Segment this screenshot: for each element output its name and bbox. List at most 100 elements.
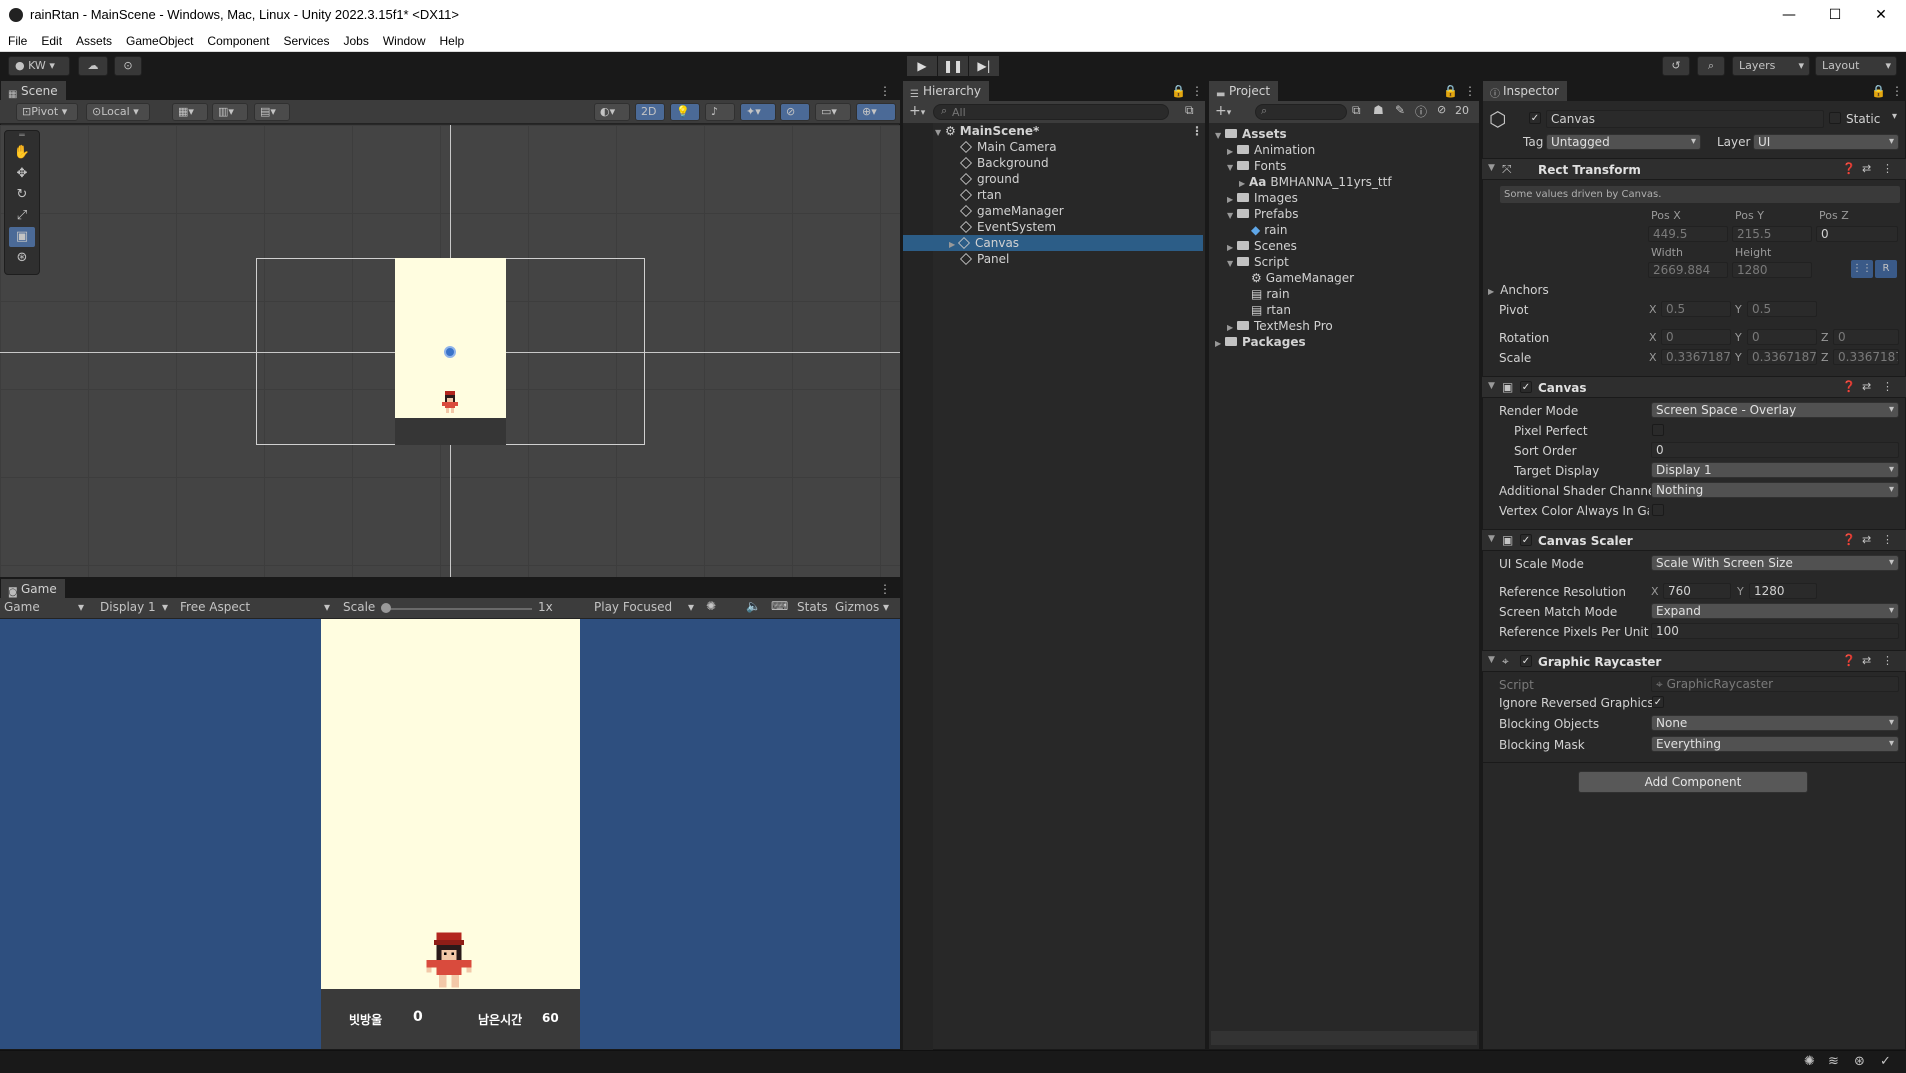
ref-x-field[interactable]: 760 <box>1663 583 1731 599</box>
scale-slider-thumb[interactable] <box>381 603 391 613</box>
collapse-arrow-icon[interactable]: ▼ <box>1488 381 1495 391</box>
component-menu-icon[interactable]: ⋮ <box>1882 654 1893 667</box>
game-view-dropdown[interactable]: Game ▾ <box>4 600 90 614</box>
label-icon[interactable]: ✎ <box>1395 103 1405 117</box>
render-mode-dropdown[interactable]: Screen Space - Overlay <box>1651 402 1899 418</box>
tree-font-file[interactable]: ▶ Aa BMHANNA_11yrs_ttf <box>1239 174 1392 190</box>
hierarchy-item-rtan[interactable]: rtan <box>903 187 1203 203</box>
layer-dropdown[interactable]: UI <box>1753 134 1899 150</box>
gizmos-toggle[interactable]: ⊕▾ <box>856 103 896 121</box>
canvas-scaler-enabled-checkbox[interactable]: ✓ <box>1520 534 1532 546</box>
lighting-toggle[interactable]: 💡 <box>670 103 700 121</box>
tree-rtan-script[interactable]: ▤ rtan <box>1251 302 1291 318</box>
account-dropdown[interactable]: ● KW ▾ <box>8 56 70 76</box>
hand-tool-icon[interactable]: ✋ <box>9 143 35 163</box>
project-menu-icon[interactable]: ⋮ <box>1464 84 1476 98</box>
hidden-packages-icon[interactable]: ⊘ <box>1437 103 1446 116</box>
collapse-arrow-icon[interactable]: ▼ <box>1215 128 1225 144</box>
tree-images[interactable]: ▶ Images <box>1227 190 1298 206</box>
menu-window[interactable]: Window <box>376 30 433 52</box>
filter-icon[interactable]: ☗ <box>1373 103 1384 117</box>
ignore-reversed-checkbox[interactable]: ✓ <box>1652 696 1664 708</box>
aspect-dropdown[interactable]: Free Aspect ▾ <box>180 600 335 614</box>
add-object-button[interactable]: +▾ <box>909 103 925 119</box>
cloud-button[interactable]: ☁ <box>78 56 108 76</box>
hierarchy-item-gamemanager[interactable]: gameManager <box>903 203 1203 219</box>
scene-menu-icon[interactable]: ⋮ <box>1191 123 1203 139</box>
collapse-arrow-icon[interactable]: ▼ <box>1227 256 1237 272</box>
tree-textmesh[interactable]: ▶ TextMesh Pro <box>1227 318 1333 334</box>
rtan-character-sprite[interactable] <box>440 391 460 413</box>
hidden-objects-toggle[interactable]: ⊘ <box>780 103 810 121</box>
search-by-type-icon[interactable]: ⧉ <box>1352 103 1361 118</box>
help-icon[interactable]: ❓ <box>1842 654 1856 667</box>
graphic-raycaster-header[interactable]: ▼ ⌖ ✓ Graphic Raycaster ❓ ⇄ ⋮ <box>1482 650 1906 672</box>
scale-slider-track[interactable] <box>384 608 532 610</box>
menu-assets[interactable]: Assets <box>69 30 119 52</box>
play-mode-dropdown[interactable]: Play Focused ▾ <box>594 600 698 614</box>
help-icon[interactable]: ❓ <box>1842 380 1856 393</box>
expand-arrow-icon[interactable]: ▶ <box>1215 336 1225 352</box>
chevron-down-icon[interactable]: ▾ <box>1892 111 1897 122</box>
rect-transform-header[interactable]: ▼ ⤧ Rect Transform ❓ ⇄ ⋮ <box>1482 158 1906 180</box>
progress-icon[interactable]: ⊛ <box>1854 1054 1865 1069</box>
collab-button[interactable]: ⊙ <box>114 56 142 76</box>
search-button[interactable]: ⌕ <box>1697 56 1725 76</box>
menu-jobs[interactable]: Jobs <box>336 30 375 52</box>
target-display-dropdown[interactable]: Display 1 <box>1651 462 1899 478</box>
project-scrollbar[interactable] <box>1211 1031 1477 1045</box>
tab-project[interactable]: ▬ Project <box>1209 81 1279 101</box>
transform-tool-icon[interactable]: ⊛ <box>9 248 35 268</box>
pause-button[interactable]: ❚❚ <box>938 56 968 76</box>
tab-game[interactable]: ◙ Game <box>1 579 65 599</box>
tree-gamemanager-script[interactable]: ⚙ GameManager <box>1251 270 1354 286</box>
close-button[interactable]: ✕ <box>1858 0 1904 30</box>
toggle-2d-button[interactable]: 2D <box>635 103 665 121</box>
collapse-arrow-icon[interactable]: ▼ <box>1488 534 1495 544</box>
mute-audio-icon[interactable]: 🔈 <box>746 599 761 613</box>
effects-toggle[interactable]: ✦▾ <box>740 103 776 121</box>
vertex-color-checkbox[interactable] <box>1652 504 1664 516</box>
bug-icon[interactable]: ✺ <box>706 599 716 613</box>
pos-z-field[interactable]: 0 <box>1816 226 1898 242</box>
check-icon[interactable]: ✓ <box>1880 1054 1891 1069</box>
tab-hierarchy[interactable]: ☰ Hierarchy <box>903 81 990 101</box>
rect-tool-icon[interactable]: ▣ <box>9 227 35 247</box>
static-checkbox[interactable] <box>1829 112 1841 124</box>
hierarchy-item-main-camera[interactable]: Main Camera <box>903 139 1203 155</box>
presets-icon[interactable]: ⇄ <box>1862 654 1871 667</box>
blocking-mask-dropdown[interactable]: Everything <box>1651 736 1899 752</box>
maximize-button[interactable]: ☐ <box>1812 0 1858 30</box>
active-checkbox[interactable]: ✓ <box>1529 112 1541 124</box>
keyboard-icon[interactable]: ⌨ <box>771 599 788 613</box>
lock-icon[interactable]: 🔒 <box>1171 84 1186 98</box>
tree-script[interactable]: ▼ Script <box>1227 254 1289 270</box>
hierarchy-item-canvas[interactable]: ▶ Canvas <box>903 235 1203 251</box>
shader-channel-dropdown[interactable]: Nothing <box>1651 482 1899 498</box>
increment-snap-button[interactable]: ▥▾ <box>212 103 248 121</box>
tree-assets[interactable]: ▼ Assets <box>1215 126 1287 142</box>
move-tool-icon[interactable]: ✥ <box>9 164 35 184</box>
collapse-arrow-icon[interactable]: ▼ <box>1227 208 1237 224</box>
game-menu-icon[interactable]: ⋮ <box>879 582 891 596</box>
ref-y-field[interactable]: 1280 <box>1749 583 1817 599</box>
scene-root-row[interactable]: ▼ ⚙ MainScene* ⋮ <box>903 123 1203 139</box>
collapse-arrow-icon[interactable]: ▼ <box>1488 163 1495 173</box>
sort-order-field[interactable]: 0 <box>1651 442 1899 458</box>
layers-dropdown[interactable]: Layers ▾ <box>1732 56 1810 76</box>
object-name-field[interactable] <box>1546 110 1824 128</box>
raycaster-enabled-checkbox[interactable]: ✓ <box>1520 655 1532 667</box>
lock-icon[interactable]: 🔒 <box>1443 84 1458 98</box>
menu-component[interactable]: Component <box>200 30 276 52</box>
collapse-arrow-icon[interactable]: ▼ <box>1488 655 1495 665</box>
play-button[interactable]: ▶ <box>907 56 937 76</box>
blocking-objects-dropdown[interactable]: None <box>1651 715 1899 731</box>
presets-icon[interactable]: ⇄ <box>1862 380 1871 393</box>
stats-button[interactable]: Stats <box>797 600 828 614</box>
inspector-menu-icon[interactable]: ⋮ <box>1891 84 1903 98</box>
bug-icon[interactable]: ✺ <box>1804 1054 1815 1069</box>
canvas-scaler-header[interactable]: ▼ ▣ ✓ Canvas Scaler ❓ ⇄ ⋮ <box>1482 529 1906 551</box>
hierarchy-item-background[interactable]: Background <box>903 155 1203 171</box>
presets-icon[interactable]: ⇄ <box>1862 162 1871 175</box>
pixel-perfect-checkbox[interactable] <box>1652 424 1664 436</box>
